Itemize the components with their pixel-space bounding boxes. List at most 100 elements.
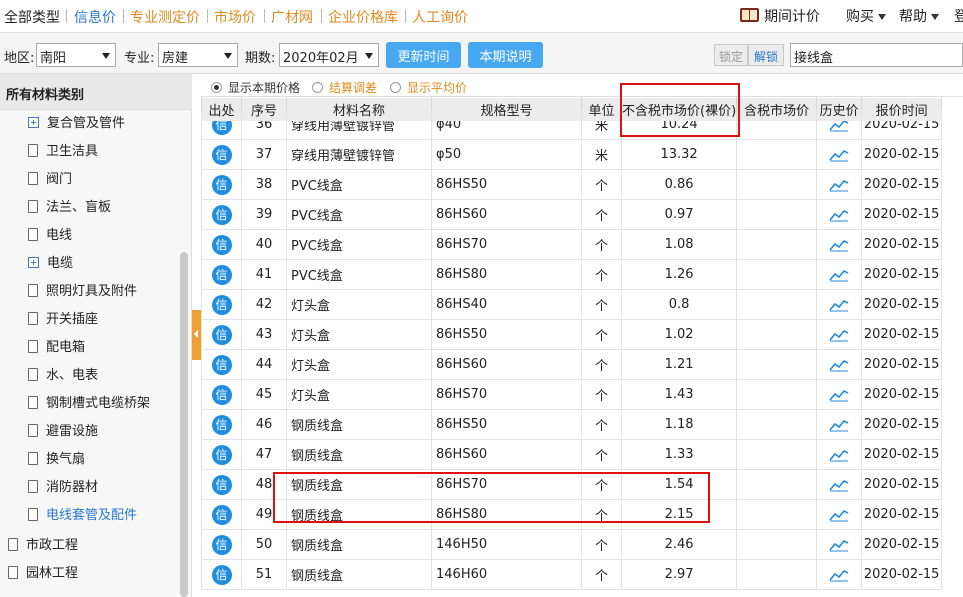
history-price-cell[interactable] — [816, 469, 863, 500]
info-source-badge-icon[interactable]: 信 — [211, 414, 232, 435]
tab-guangcai[interactable]: 广材网 — [271, 7, 313, 27]
history-price-cell[interactable] — [816, 529, 863, 560]
info-source-badge-icon[interactable]: 信 — [211, 474, 232, 495]
radio-settlement-adjust[interactable]: 结算调差 — [312, 79, 377, 96]
sidebar-item[interactable]: 电缆 — [28, 252, 73, 274]
sidebar-scrollbar[interactable] — [180, 252, 188, 597]
source-cell[interactable]: 信 — [201, 199, 242, 230]
table-row[interactable]: 信 50 钢质线盒 146H50 个 2.46 2020-02-15 — [201, 529, 943, 560]
source-cell[interactable]: 信 — [201, 439, 242, 470]
col-number[interactable]: 序号 — [241, 97, 287, 122]
table-row[interactable]: 信 45 灯头盒 86HS70 个 1.43 2020-02-15 — [201, 379, 943, 410]
history-price-cell[interactable] — [816, 169, 863, 200]
trend-chart-icon[interactable] — [829, 447, 849, 462]
history-price-cell[interactable] — [816, 199, 863, 230]
sidebar-item[interactable]: 水、电表 — [28, 364, 98, 386]
history-price-cell[interactable] — [816, 499, 863, 530]
unlock-button[interactable]: 解锁 — [748, 44, 784, 66]
history-price-cell[interactable] — [816, 559, 863, 590]
col-spec[interactable]: 规格型号 — [431, 97, 582, 122]
period-note-button[interactable]: 本期说明 — [468, 42, 543, 68]
table-row[interactable]: 信 43 灯头盒 86HS50 个 1.02 2020-02-15 — [201, 319, 943, 350]
trend-chart-icon[interactable] — [829, 297, 849, 312]
login-link[interactable]: 登 — [954, 6, 963, 26]
sidebar-item[interactable]: 电线 — [28, 224, 72, 246]
info-source-badge-icon[interactable]: 信 — [211, 264, 232, 285]
info-source-badge-icon[interactable]: 信 — [211, 564, 232, 585]
trend-chart-icon[interactable] — [829, 177, 849, 192]
trend-chart-icon[interactable] — [829, 207, 849, 222]
source-cell[interactable]: 信 — [201, 469, 242, 500]
trend-chart-icon[interactable] — [829, 327, 849, 342]
major-select[interactable]: 房建 — [158, 43, 238, 67]
source-cell[interactable]: 信 — [201, 349, 242, 380]
source-cell[interactable]: 信 — [201, 169, 242, 200]
radio-show-current-price[interactable]: 显示本期价格 — [211, 79, 300, 96]
tab-labor-inquiry[interactable]: 人工询价 — [412, 7, 468, 27]
info-source-badge-icon[interactable]: 信 — [211, 204, 232, 225]
table-row[interactable]: 信 51 钢质线盒 146H60 个 2.97 2020-02-15 — [201, 559, 943, 590]
history-price-cell[interactable] — [816, 349, 863, 380]
update-time-button[interactable]: 更新时间 — [386, 42, 461, 68]
info-source-badge-icon[interactable]: 信 — [211, 174, 232, 195]
sidebar-item[interactable]: 照明灯具及附件 — [28, 280, 137, 302]
tab-info-price[interactable]: 信息价 — [74, 7, 116, 27]
book-icon[interactable] — [740, 8, 759, 22]
source-cell[interactable]: 信 — [201, 529, 242, 560]
history-price-cell[interactable] — [816, 379, 863, 410]
tab-market-price[interactable]: 市场价 — [214, 7, 256, 27]
source-cell[interactable]: 信 — [201, 139, 242, 170]
col-unit[interactable]: 单位 — [581, 97, 622, 122]
search-input[interactable]: 接线盒 — [790, 43, 963, 67]
trend-chart-icon[interactable] — [829, 567, 849, 582]
help-menu[interactable]: 帮助 — [899, 6, 940, 26]
sidebar-item[interactable]: 钢制槽式电缆桥架 — [28, 392, 150, 414]
source-cell[interactable]: 信 — [201, 319, 242, 350]
info-source-badge-icon[interactable]: 信 — [211, 354, 232, 375]
source-cell[interactable]: 信 — [201, 289, 242, 320]
col-quote-time[interactable]: 报价时间 — [861, 97, 943, 122]
sidebar-item[interactable]: 市政工程 — [8, 534, 78, 556]
sidebar-item[interactable]: 配电箱 — [28, 336, 85, 358]
table-row[interactable]: 信 44 灯头盒 86HS60 个 1.21 2020-02-15 — [201, 349, 943, 380]
collapse-sidebar-button[interactable] — [192, 310, 201, 360]
trend-chart-icon[interactable] — [829, 357, 849, 372]
buy-menu[interactable]: 购买 — [846, 6, 887, 26]
region-select[interactable]: 南阳 — [36, 43, 116, 67]
trend-chart-icon[interactable] — [829, 417, 849, 432]
source-cell[interactable]: 信 — [201, 379, 242, 410]
info-source-badge-icon[interactable]: 信 — [211, 144, 232, 165]
tab-enterprise-library[interactable]: 企业价格库 — [328, 7, 398, 27]
history-price-cell[interactable] — [816, 439, 863, 470]
info-source-badge-icon[interactable]: 信 — [211, 234, 232, 255]
sidebar-item[interactable]: 电线套管及配件 — [28, 504, 137, 526]
source-cell[interactable]: 信 — [201, 559, 242, 590]
source-cell[interactable]: 信 — [201, 229, 242, 260]
trend-chart-icon[interactable] — [829, 387, 849, 402]
table-row[interactable]: 信 40 PVC线盒 86HS70 个 1.08 2020-02-15 — [201, 229, 943, 260]
history-price-cell[interactable] — [816, 409, 863, 440]
trend-chart-icon[interactable] — [829, 147, 849, 162]
history-price-cell[interactable] — [816, 139, 863, 170]
trend-chart-icon[interactable] — [829, 237, 849, 252]
table-row[interactable]: 信 49 钢质线盒 86HS80 个 2.15 2020-02-15 — [201, 499, 943, 530]
history-price-cell[interactable] — [816, 229, 863, 260]
col-price-incl-tax[interactable]: 含税市场价 — [736, 97, 818, 122]
period-select[interactable]: 2020年02月 — [279, 43, 379, 67]
sidebar-item[interactable]: 园林工程 — [8, 562, 78, 584]
table-row[interactable]: 信 47 钢质线盒 86HS60 个 1.33 2020-02-15 — [201, 439, 943, 470]
lock-button[interactable]: 锁定 — [714, 44, 748, 66]
table-row[interactable]: 信 39 PVC线盒 86HS60 个 0.97 2020-02-15 — [201, 199, 943, 230]
sidebar-item[interactable]: 复合管及管件 — [28, 112, 125, 134]
info-source-badge-icon[interactable]: 信 — [211, 294, 232, 315]
trend-chart-icon[interactable] — [829, 477, 849, 492]
table-row[interactable]: 信 37 穿线用薄壁镀锌管 φ50 米 13.32 2020-02-15 — [201, 139, 943, 170]
history-price-cell[interactable] — [816, 259, 863, 290]
source-cell[interactable]: 信 — [201, 259, 242, 290]
col-price-excl-tax[interactable]: 不含税市场价(裸价) — [620, 97, 738, 122]
trend-chart-icon[interactable] — [829, 267, 849, 282]
col-source[interactable]: 出处 — [201, 97, 242, 122]
info-source-badge-icon[interactable]: 信 — [211, 444, 232, 465]
col-material-name[interactable]: 材料名称 — [286, 97, 432, 122]
info-source-badge-icon[interactable]: 信 — [211, 504, 232, 525]
